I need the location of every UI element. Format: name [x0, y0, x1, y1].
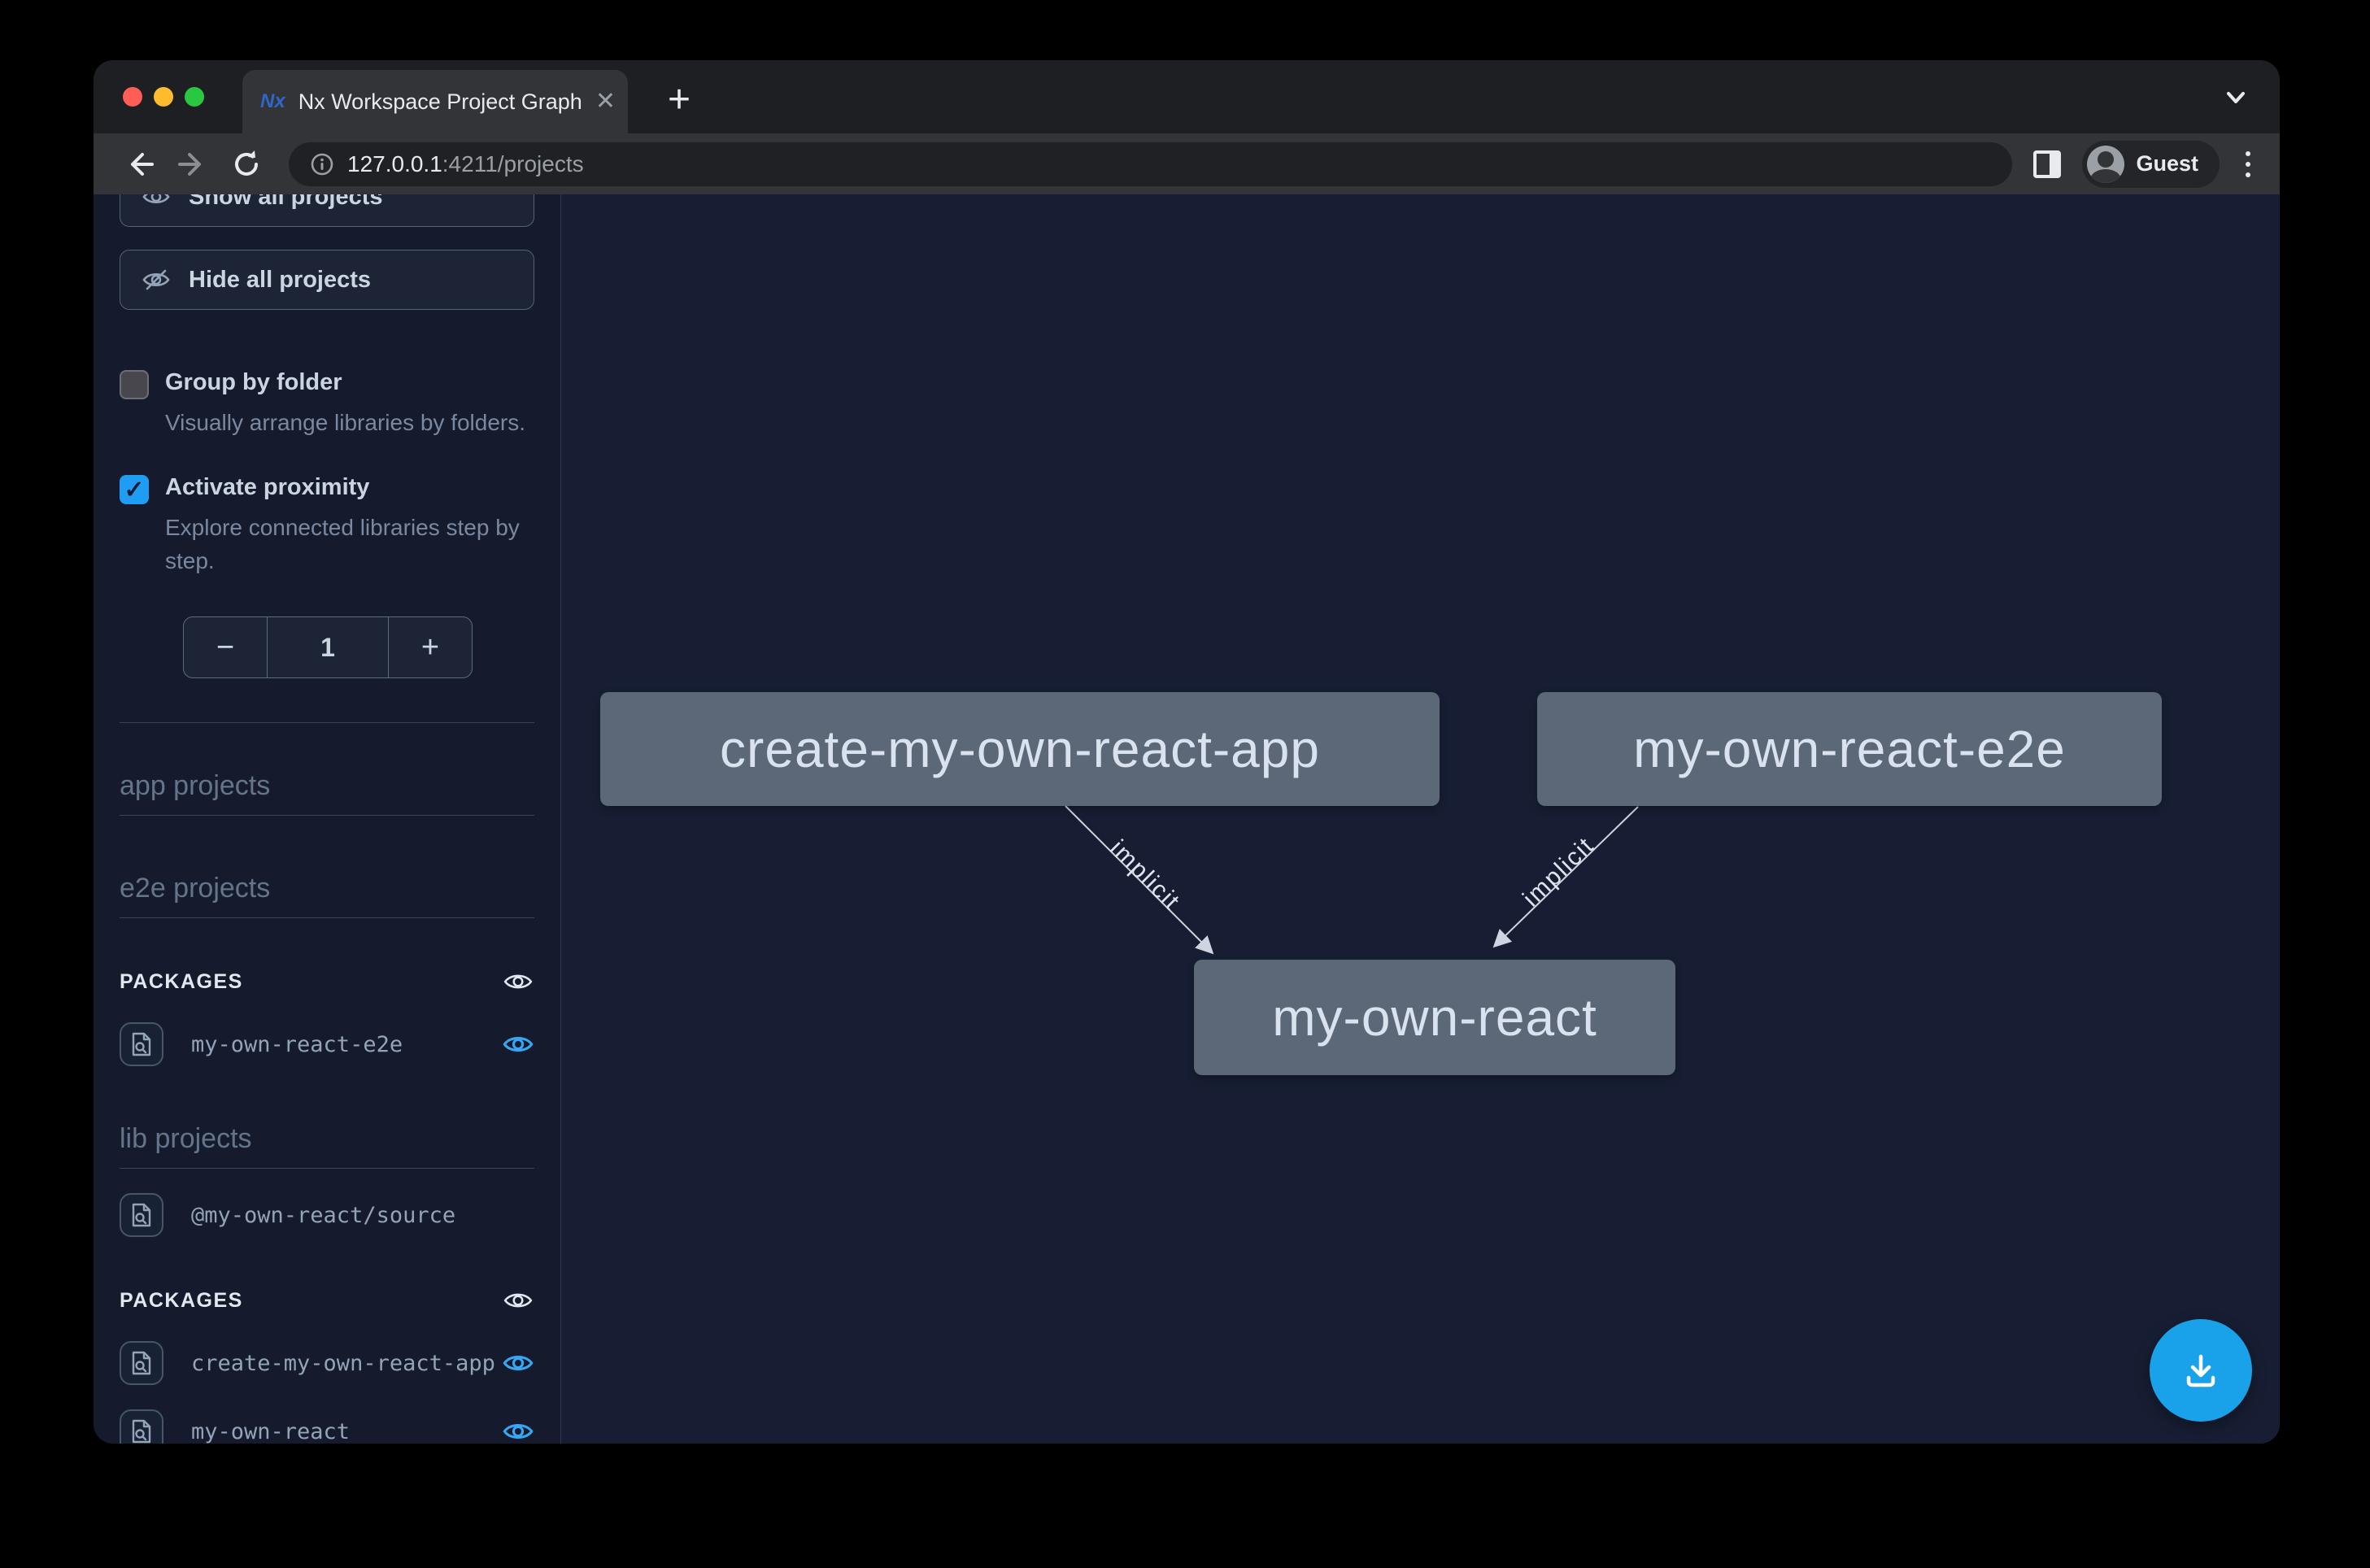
page-content: Show all projects Hide all projects Grou… [94, 194, 2280, 1444]
site-info-icon[interactable] [310, 152, 334, 176]
lib-projects-header: lib projects [120, 1123, 534, 1169]
packages-subheader-2: PACKAGES [120, 1284, 534, 1317]
activate-proximity-option: ✓ Activate proximity Explore connected l… [120, 473, 534, 577]
profile-button[interactable]: Guest [2082, 141, 2220, 188]
url-host: 127.0.0.1 [347, 151, 442, 176]
tab-search-chevron-down-icon[interactable] [2221, 83, 2250, 112]
tab-strip: Nx Nx Workspace Project Graph ✕ + [94, 60, 2280, 133]
browser-menu-icon[interactable] [2239, 148, 2257, 181]
activate-proximity-checkbox[interactable]: ✓ [120, 475, 149, 504]
url-bar[interactable]: 127.0.0.1:4211/projects [289, 142, 2012, 186]
depth-value[interactable]: 1 [267, 617, 389, 677]
eye-icon [142, 194, 171, 211]
tab-close-icon[interactable]: ✕ [595, 89, 616, 114]
hide-all-projects-label: Hide all projects [189, 267, 371, 294]
project-eye-icon[interactable] [502, 1347, 534, 1379]
traffic-lights [123, 87, 204, 107]
window-minimize-button[interactable] [154, 87, 173, 107]
reload-icon[interactable] [227, 145, 266, 184]
project-eye-icon[interactable] [502, 1028, 534, 1061]
download-graph-button[interactable] [2150, 1319, 2252, 1422]
show-all-projects-button[interactable]: Show all projects [120, 194, 534, 227]
back-icon[interactable] [120, 145, 159, 184]
edge-implicit-label: implicit [1518, 832, 1599, 912]
url-path: :4211/projects [442, 151, 584, 176]
browser-window: Nx Nx Workspace Project Graph ✕ + 127.0 [94, 60, 2280, 1444]
group-by-folder-checkbox[interactable] [120, 370, 149, 399]
graph-edges: implicit implicit [561, 194, 2280, 1444]
packages-1-eye-icon[interactable] [502, 965, 534, 998]
side-panel-icon[interactable] [2033, 150, 2061, 178]
project-file-search-icon[interactable] [120, 1341, 163, 1385]
avatar-icon [2087, 146, 2124, 183]
graph-node-my-own-react-e2e[interactable]: my-own-react-e2e [1537, 692, 2162, 806]
project-eye-icon[interactable] [502, 1415, 534, 1444]
browser-toolbar: 127.0.0.1:4211/projects Guest [94, 133, 2280, 194]
project-row-create-my-own-react-app: create-my-own-react-app [120, 1341, 534, 1385]
project-name[interactable]: create-my-own-react-app [191, 1351, 502, 1376]
project-file-search-icon[interactable] [120, 1409, 163, 1444]
project-name[interactable]: my-own-react [191, 1419, 502, 1444]
sidebar: Show all projects Hide all projects Grou… [94, 194, 561, 1444]
tab-title: Nx Workspace Project Graph [298, 89, 582, 115]
proximity-depth-stepper: − 1 + [183, 616, 473, 678]
group-by-folder-option: Group by folder Visually arrange librari… [120, 368, 534, 439]
url-text: 127.0.0.1:4211/projects [347, 151, 584, 177]
project-file-search-icon[interactable] [120, 1022, 163, 1066]
new-tab-button[interactable]: + [655, 75, 704, 124]
eye-off-icon [142, 265, 171, 294]
packages-2-eye-icon[interactable] [502, 1284, 534, 1317]
group-by-folder-label: Group by folder [165, 368, 525, 397]
project-file-search-icon[interactable] [120, 1193, 163, 1237]
depth-decrement-button[interactable]: − [184, 617, 267, 677]
activate-proximity-description: Explore connected libraries step by step… [165, 512, 531, 577]
group-by-folder-description: Visually arrange libraries by folders. [165, 407, 525, 440]
forward-icon[interactable] [173, 145, 212, 184]
download-icon [2179, 1348, 2223, 1392]
project-row-my-own-react-e2e: my-own-react-e2e [120, 1022, 534, 1066]
window-zoom-button[interactable] [185, 87, 204, 107]
packages-subheader-1: PACKAGES [120, 965, 534, 998]
browser-tab[interactable]: Nx Nx Workspace Project Graph ✕ [242, 70, 628, 133]
activate-proximity-label: Activate proximity [165, 473, 531, 502]
depth-increment-button[interactable]: + [389, 617, 472, 677]
project-row-my-own-react-source: @my-own-react/source [120, 1193, 534, 1237]
hide-all-projects-button[interactable]: Hide all projects [120, 250, 534, 310]
project-row-my-own-react: my-own-react [120, 1409, 534, 1444]
graph-node-my-own-react[interactable]: my-own-react [1194, 960, 1675, 1075]
edge-implicit-label: implicit [1104, 835, 1185, 916]
window-close-button[interactable] [123, 87, 142, 107]
e2e-projects-header: e2e projects [120, 873, 534, 918]
show-all-projects-label: Show all projects [189, 194, 383, 211]
app-projects-header: app projects [120, 770, 534, 816]
project-name[interactable]: @my-own-react/source [191, 1203, 534, 1228]
nx-favicon-icon: Nx [260, 88, 285, 115]
project-name[interactable]: my-own-react-e2e [191, 1032, 502, 1057]
project-lists: app projects e2e projects PACKAGES my-ow… [120, 722, 534, 1444]
profile-label: Guest [2136, 151, 2198, 176]
graph-node-create-my-own-react-app[interactable]: create-my-own-react-app [600, 692, 1440, 806]
project-graph-canvas[interactable]: implicit implicit create-my-own-react-ap… [561, 194, 2280, 1444]
desktop-background: Nx Nx Workspace Project Graph ✕ + 127.0 [0, 0, 2370, 1568]
